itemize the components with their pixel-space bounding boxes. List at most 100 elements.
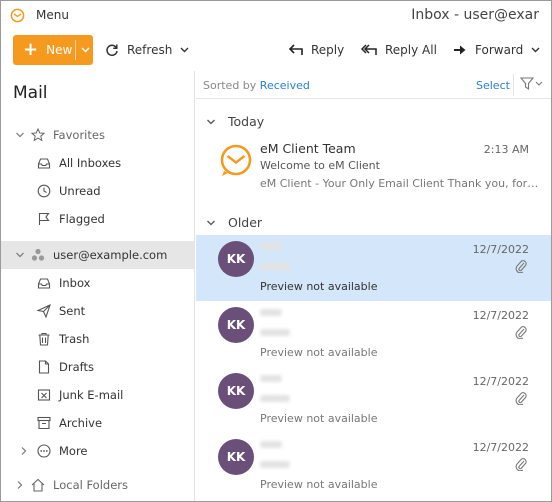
folder-all-inboxes[interactable]: All Inboxes bbox=[1, 149, 195, 177]
redacted-sender bbox=[260, 309, 282, 316]
toolbar: + New Refresh Reply Reply All Forward bbox=[1, 31, 551, 71]
sort-field[interactable]: Received bbox=[260, 79, 310, 92]
folder-unread[interactable]: Unread bbox=[1, 177, 195, 205]
chevron-right-icon[interactable] bbox=[19, 446, 29, 456]
refresh-button[interactable]: Refresh bbox=[105, 35, 197, 65]
avatar: KK bbox=[218, 241, 254, 277]
message-item[interactable]: KK Preview not available 12/7/2022 bbox=[196, 235, 551, 301]
forward-label: Forward bbox=[475, 43, 524, 57]
reply-all-icon bbox=[361, 44, 377, 55]
local-folders-label: Local Folders bbox=[53, 478, 128, 492]
message-item[interactable]: KK Preview not available 12/7/2022 bbox=[196, 301, 551, 367]
folder-label: Sent bbox=[59, 304, 86, 318]
redacted-subject bbox=[260, 461, 290, 468]
junk-icon bbox=[37, 389, 51, 401]
attachment-icon bbox=[515, 326, 527, 339]
folder-label: More bbox=[59, 444, 88, 458]
app-window: Menu Inbox - user@exar + New Refresh Rep… bbox=[0, 0, 552, 502]
chevron-down-icon[interactable] bbox=[206, 218, 216, 228]
folder-more[interactable]: More bbox=[1, 437, 195, 465]
more-icon bbox=[37, 444, 51, 458]
message-item[interactable]: KK Preview not available 12/7/2022 bbox=[196, 367, 551, 433]
folder-drafts[interactable]: Drafts bbox=[1, 353, 195, 381]
emclient-logo-icon bbox=[220, 144, 252, 176]
archive-icon bbox=[37, 416, 51, 430]
group-label: Older bbox=[228, 215, 263, 230]
refresh-label: Refresh bbox=[127, 43, 173, 57]
folder-junk[interactable]: Junk E-mail bbox=[1, 381, 195, 409]
star-icon bbox=[31, 128, 45, 142]
account-label: user@example.com bbox=[53, 248, 168, 262]
folder-label: Inbox bbox=[59, 276, 91, 290]
folder-archive[interactable]: Archive bbox=[1, 409, 195, 437]
message-date: 12/7/2022 bbox=[472, 375, 529, 388]
folder-inbox[interactable]: Inbox bbox=[1, 269, 195, 297]
select-button[interactable]: Select bbox=[476, 79, 510, 92]
reply-icon bbox=[289, 44, 303, 55]
window-title: Inbox - user@exar bbox=[411, 7, 539, 23]
local-folders-group[interactable]: Local Folders bbox=[1, 471, 195, 499]
attachment-icon bbox=[515, 260, 527, 273]
attachment-icon bbox=[515, 458, 527, 471]
message-list: Sorted by Received Select Today eM Clien… bbox=[196, 71, 551, 501]
title-bar: Menu Inbox - user@exar bbox=[1, 1, 551, 31]
redacted-sender bbox=[260, 441, 282, 448]
folder-label: Unread bbox=[59, 184, 101, 198]
filter-icon[interactable] bbox=[520, 77, 544, 91]
reply-all-label: Reply All bbox=[385, 43, 437, 57]
message-preview: Preview not available bbox=[260, 280, 378, 293]
chevron-down-icon[interactable] bbox=[15, 250, 25, 260]
folder-label: Junk E-mail bbox=[59, 388, 124, 402]
chevron-down-icon[interactable] bbox=[531, 47, 548, 53]
folder-label: All Inboxes bbox=[59, 156, 122, 170]
draft-icon bbox=[38, 360, 50, 374]
redacted-sender bbox=[260, 243, 282, 250]
folder-pane: Mail Favorites All Inboxes Unread Flagge… bbox=[1, 71, 195, 501]
home-icon bbox=[31, 478, 45, 492]
app-logo-icon[interactable] bbox=[10, 8, 25, 23]
favorites-group[interactable]: Favorites bbox=[1, 121, 195, 149]
account-icon bbox=[31, 248, 45, 261]
chevron-down-icon[interactable] bbox=[180, 47, 197, 53]
redacted-sender bbox=[260, 375, 282, 382]
message-preview: Preview not available bbox=[260, 478, 378, 491]
group-label: Today bbox=[228, 114, 265, 129]
group-header-older[interactable]: Older bbox=[196, 211, 551, 235]
favorites-label: Favorites bbox=[53, 128, 105, 142]
chevron-down-icon bbox=[80, 47, 90, 53]
new-button[interactable]: + New bbox=[13, 35, 93, 65]
redacted-subject bbox=[260, 395, 290, 402]
message-date: 12/7/2022 bbox=[472, 243, 529, 256]
new-button-divider bbox=[75, 40, 76, 60]
folder-label: Trash bbox=[59, 332, 90, 346]
inbox-icon bbox=[37, 278, 51, 289]
sort-indicator[interactable]: Sorted by Received bbox=[203, 79, 310, 92]
menu-button[interactable]: Menu bbox=[36, 8, 69, 22]
message-date: 12/7/2022 bbox=[472, 441, 529, 454]
inbox-icon bbox=[37, 158, 51, 169]
refresh-icon bbox=[106, 44, 118, 57]
redacted-subject bbox=[260, 263, 290, 270]
folder-sent[interactable]: Sent bbox=[1, 297, 195, 325]
chevron-down-icon[interactable] bbox=[15, 130, 25, 140]
send-icon bbox=[37, 304, 51, 318]
account-group[interactable]: user@example.com bbox=[1, 241, 195, 269]
new-dropdown-button[interactable] bbox=[77, 35, 93, 65]
reply-button[interactable]: Reply bbox=[289, 35, 344, 65]
group-header-today[interactable]: Today bbox=[196, 110, 551, 134]
clock-icon bbox=[37, 184, 51, 198]
message-item[interactable]: KK Preview not available 12/7/2022 bbox=[196, 433, 551, 499]
folder-trash[interactable]: Trash bbox=[1, 325, 195, 353]
new-button-main[interactable]: + New bbox=[13, 35, 75, 65]
reply-all-button[interactable]: Reply All bbox=[361, 35, 437, 65]
chevron-right-icon[interactable] bbox=[15, 480, 25, 490]
avatar: KK bbox=[218, 307, 254, 343]
avatar: KK bbox=[218, 439, 254, 475]
divider bbox=[513, 74, 514, 96]
message-item[interactable]: eM Client Team Welcome to eM Client eM C… bbox=[196, 135, 551, 201]
new-button-label: New bbox=[46, 43, 73, 57]
forward-button[interactable]: Forward bbox=[453, 35, 548, 65]
folder-flagged[interactable]: Flagged bbox=[1, 205, 195, 233]
pane-title: Mail bbox=[13, 83, 48, 103]
chevron-down-icon[interactable] bbox=[206, 117, 216, 127]
